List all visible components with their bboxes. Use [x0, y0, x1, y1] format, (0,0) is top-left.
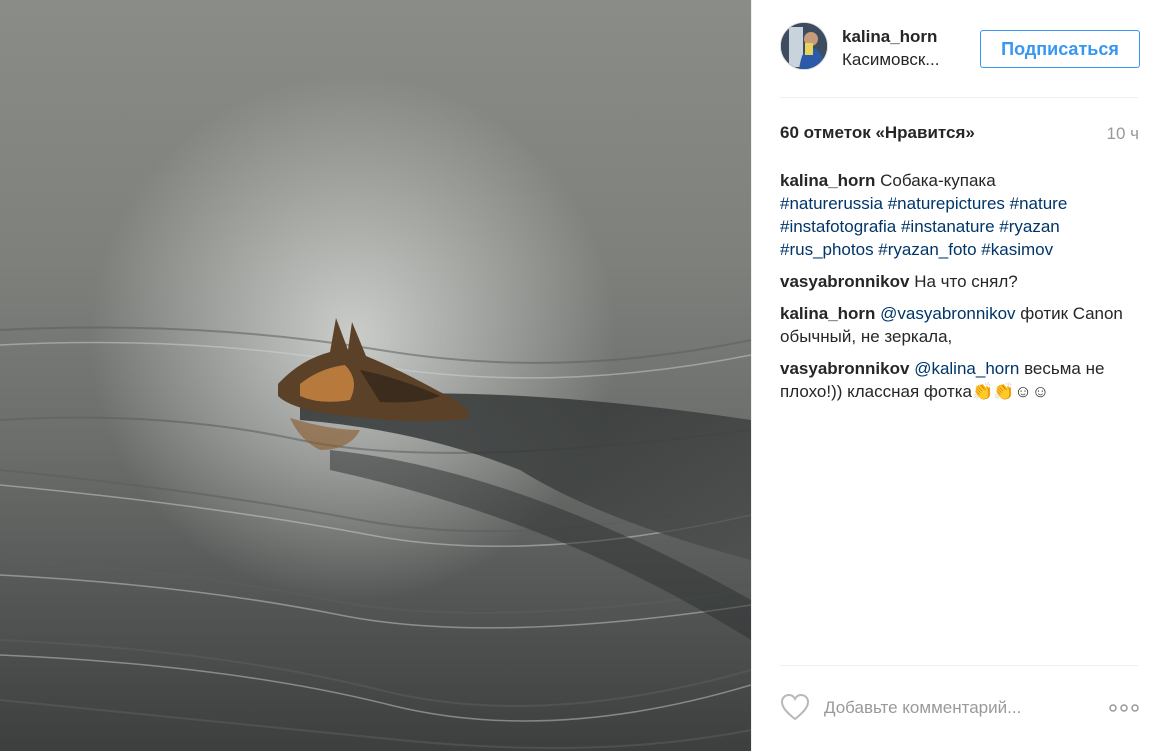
caption: kalina_horn Собака-купака #naturerussia … — [780, 169, 1142, 261]
hashtag-line[interactable]: #naturerussia #naturepictures #nature — [780, 194, 1067, 213]
comments-list: kalina_horn Собака-купака #naturerussia … — [780, 169, 1142, 412]
post-photo[interactable] — [0, 0, 751, 751]
avatar[interactable] — [780, 22, 828, 70]
comment-username[interactable]: vasyabronnikov — [780, 359, 909, 378]
comment-bar — [780, 690, 1142, 726]
comment-mention[interactable]: @kalina_horn — [914, 359, 1019, 378]
follow-button[interactable]: Подписаться — [980, 30, 1140, 68]
comment-username[interactable]: kalina_horn — [780, 171, 875, 190]
more-options-icon[interactable] — [1108, 698, 1140, 718]
swimming-dog-photo — [0, 0, 751, 751]
hashtag-line[interactable]: #instafotografia #instanature #ryazan — [780, 217, 1060, 236]
avatar-image — [781, 23, 827, 69]
post-location[interactable]: Касимовск... — [842, 50, 960, 70]
post-side-panel: kalina_horn Касимовск... Подписаться 60 … — [751, 0, 1171, 751]
caption-text: Собака-купака — [880, 171, 996, 190]
footer-divider — [780, 665, 1138, 666]
comment-text: На что снял? — [914, 272, 1018, 291]
comment-input[interactable] — [824, 694, 1074, 722]
comment-username[interactable]: vasyabronnikov — [780, 272, 909, 291]
post-author-username[interactable]: kalina_horn — [842, 27, 937, 47]
heart-icon[interactable] — [780, 693, 810, 721]
header-divider — [780, 97, 1138, 98]
comment-mention[interactable]: @vasyabronnikov — [880, 304, 1015, 323]
comment-item: vasyabronnikov На что снял? — [780, 270, 1142, 293]
comment-username[interactable]: kalina_horn — [780, 304, 875, 323]
post-timestamp[interactable]: 10 ч — [1107, 124, 1140, 144]
hashtag-line[interactable]: #rus_photos #ryazan_foto #kasimov — [780, 240, 1053, 259]
post-header: kalina_horn Касимовск... Подписаться — [780, 22, 1140, 76]
comment-item: vasyabronnikov @kalina_horn весьма не пл… — [780, 357, 1142, 403]
likes-count[interactable]: 60 отметок «Нравится» — [780, 123, 975, 143]
comment-item: kalina_horn @vasyabronnikov фотик Canon … — [780, 302, 1142, 348]
